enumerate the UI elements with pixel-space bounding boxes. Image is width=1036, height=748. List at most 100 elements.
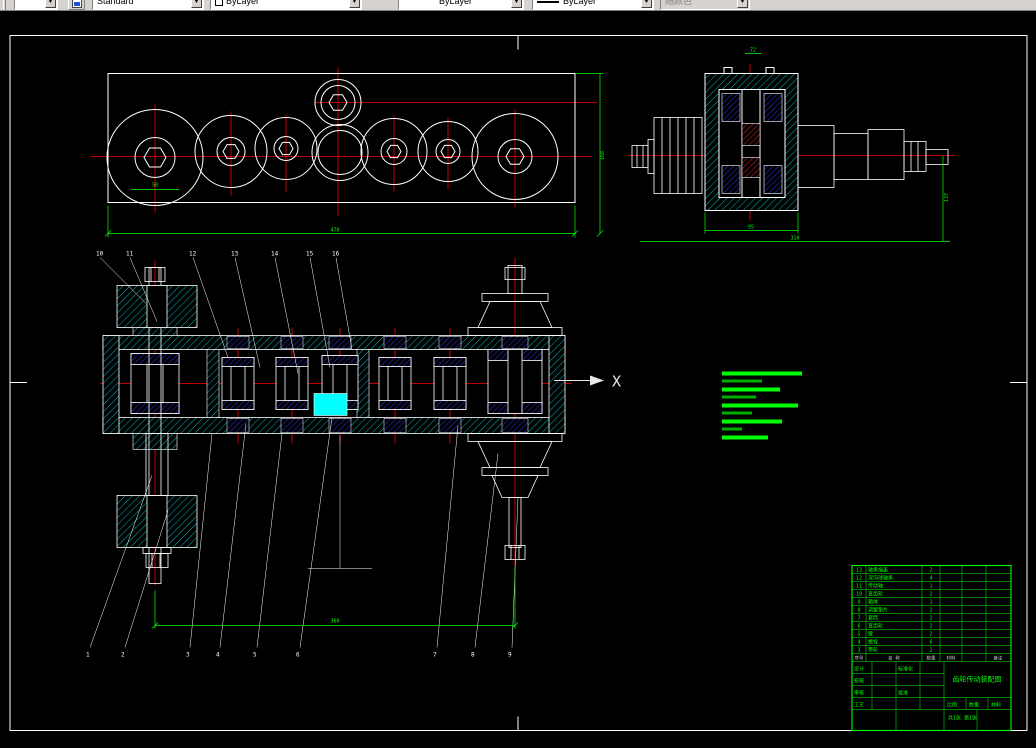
bom-qty: 4: [929, 576, 932, 582]
field-process: 工艺: [854, 703, 864, 709]
bom-name: 调整垫片: [868, 607, 888, 614]
top-view-gear-train: [90, 67, 597, 216]
dim-text: 360: [330, 619, 339, 625]
bom-qty: 6: [929, 640, 932, 646]
bom-header: 材料: [947, 655, 956, 662]
chevron-down-icon[interactable]: ▼: [191, 0, 202, 8]
lineweight-sample: [537, 0, 559, 3]
callout-number: 5: [253, 652, 257, 659]
bom-qty: 2: [929, 624, 932, 630]
field-qty: 数量: [969, 702, 979, 709]
bom-header: 备注: [994, 655, 1003, 662]
dim-text: 95: [748, 225, 754, 231]
bom-no: 6: [857, 624, 860, 630]
callout-number: 15: [306, 251, 314, 258]
bom-no: 7: [857, 616, 860, 622]
callout-number: 4: [216, 652, 220, 659]
bom-qty: 2: [929, 592, 932, 598]
side-section-view: [628, 63, 955, 221]
mini-combo[interactable]: ▼: [14, 0, 58, 10]
bom-name: 键: [868, 631, 873, 638]
bom-name: 带轮: [868, 647, 878, 654]
bom-name: 直齿轮: [868, 591, 883, 598]
dim-text: 137: [944, 193, 950, 202]
bom-qty: 2: [929, 616, 932, 622]
bom-no: 8: [857, 608, 860, 614]
arrow-icon: [590, 375, 604, 386]
tech-notes: [722, 371, 802, 440]
bom-name: 直齿轮: [868, 623, 883, 630]
callout-number: 8: [471, 652, 475, 659]
drawing-canvas[interactable]: X 10 11 12 13 14 15 16 1 2 3 4 5 6 7 8 9…: [0, 11, 1036, 732]
bom-no: 3: [857, 648, 860, 654]
chevron-down-icon[interactable]: ▼: [45, 0, 56, 8]
field-design: 设计: [854, 666, 864, 673]
callout-number: 13: [231, 251, 239, 258]
bom-no: 4: [857, 640, 860, 646]
linetype-combo-value: ByLayer: [439, 0, 473, 6]
dim-text: 470: [330, 228, 339, 234]
field-audit: 审核: [854, 690, 864, 697]
bom-no: 10: [856, 592, 862, 598]
field-approve: 批准: [898, 690, 908, 697]
layer-properties-icon[interactable]: [68, 0, 85, 10]
callout-number: 2: [121, 652, 125, 659]
bom-header: 数量: [927, 655, 936, 662]
toolbar-grip[interactable]: [3, 0, 6, 10]
linetype-combo[interactable]: ByLayer ▼: [398, 0, 524, 10]
callout-number: 3: [186, 652, 190, 659]
bom-qty: 1: [929, 600, 932, 606]
style-combo-value: Standard: [97, 0, 134, 6]
bom-no: 12: [856, 576, 862, 582]
bom-name: 螺栓: [868, 639, 878, 646]
plotstyle-combo: 随颜色 ▼: [660, 0, 750, 10]
color-swatch: [215, 0, 223, 6]
color-combo[interactable]: ByLayer ▼: [210, 0, 362, 10]
bom-header: 名 称: [888, 655, 900, 662]
callout-number: 7: [433, 652, 437, 659]
bom-no: 9: [857, 600, 860, 606]
dim-text: 168: [600, 151, 606, 160]
lineweight-combo-value: ByLayer: [563, 0, 597, 6]
callout-number: 1: [86, 652, 90, 659]
bom-name: 箱体: [868, 599, 878, 606]
x-axis-label: X: [612, 373, 621, 391]
chevron-down-icon[interactable]: ▼: [641, 0, 652, 8]
field-scale: 比例: [947, 702, 957, 709]
chevron-down-icon: ▼: [737, 0, 748, 8]
bom-qty: 2: [929, 632, 932, 638]
chevron-down-icon[interactable]: ▼: [349, 0, 360, 8]
field-std: 标准化: [898, 666, 913, 673]
bom-no: 11: [856, 584, 862, 590]
dim-text: 50: [152, 183, 158, 189]
bom-name: 轴承端盖: [868, 567, 888, 574]
bom-qty: 2: [929, 648, 932, 654]
callout-number: 12: [189, 251, 197, 258]
field-check: 校核: [854, 678, 864, 685]
title-block: 13 轴承端盖 2 12 深沟球轴承 4 11 传动轴 1 10 直齿轮 2 9…: [851, 564, 1012, 732]
callout-number: 11: [126, 251, 134, 258]
dim-text: 72: [750, 48, 756, 54]
top-toolbar: ▼ Standard ▼ ByLayer ▼ ByLayer ▼ ByLayer…: [0, 0, 1036, 11]
bom-qty: 2: [929, 608, 932, 614]
bom-name: 套筒: [868, 615, 878, 622]
dim-text: 310: [790, 236, 799, 242]
color-combo-value: ByLayer: [226, 0, 260, 6]
lineweight-combo[interactable]: ByLayer ▼: [532, 0, 654, 10]
callout-number: 14: [271, 251, 279, 258]
style-combo[interactable]: Standard ▼: [92, 0, 204, 10]
callout-number: 6: [296, 652, 300, 659]
callout-number: 16: [332, 251, 340, 258]
callout-number: 10: [96, 251, 104, 258]
plotstyle-combo-value: 随颜色: [665, 0, 693, 6]
field-material: 材料: [991, 702, 1001, 709]
main-section-view: [100, 257, 572, 586]
bom-qty: 2: [929, 568, 932, 574]
bom-name: 传动轴: [868, 583, 883, 590]
callout-number: 9: [508, 652, 512, 659]
selected-part-highlight[interactable]: [313, 393, 348, 416]
bom-no: 13: [856, 568, 862, 574]
drawing-title: 齿轮传动装配图: [953, 675, 1002, 684]
chevron-down-icon[interactable]: ▼: [511, 0, 522, 8]
field-sheet: 共1张 第1张: [948, 715, 977, 722]
